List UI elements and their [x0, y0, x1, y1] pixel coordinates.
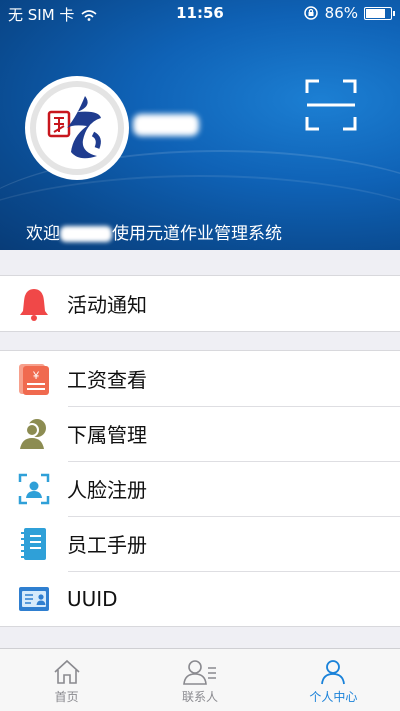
rotation-lock-icon: [303, 6, 318, 20]
profile-header: 无 SIM 卡 11:56 86% 欢迎 使用元道作业管理系统: [0, 0, 400, 250]
menu-item-label: 下属管理: [67, 423, 147, 447]
tab-contacts[interactable]: 联系人: [133, 649, 266, 711]
handbook-icon: [17, 527, 51, 561]
menu-item-activity-notice[interactable]: 活动通知: [0, 276, 400, 331]
tab-label: 联系人: [181, 690, 218, 704]
salary-icon: ¥: [17, 362, 51, 396]
avatar[interactable]: [25, 76, 129, 180]
menu-item-face-register[interactable]: 人脸注册: [0, 461, 400, 516]
scan-icon[interactable]: [305, 79, 357, 131]
battery-icon: [364, 6, 395, 20]
user-name-redacted: [133, 114, 199, 136]
menu-item-handbook[interactable]: 员工手册: [0, 516, 400, 571]
subordinate-icon: [17, 417, 51, 451]
menu-item-subordinates[interactable]: 下属管理: [0, 406, 400, 461]
person-icon: [321, 660, 346, 685]
menu-item-label: 活动通知: [67, 293, 147, 317]
battery-percent: 86%: [324, 4, 358, 22]
company-logo: [30, 81, 124, 175]
tab-bar: 首页 联系人 个人中心: [0, 648, 400, 711]
bell-icon: [17, 287, 51, 321]
menu-item-label: UUID: [67, 586, 118, 611]
contacts-icon: [183, 660, 216, 685]
welcome-message: 欢迎 使用元道作业管理系统: [26, 219, 282, 244]
face-id-icon: [17, 472, 51, 506]
menu-item-salary[interactable]: ¥ 工资查看: [0, 351, 400, 406]
features-group: ¥ 工资查看 下属管理 人脸注册 员工手册 UUID: [0, 350, 400, 627]
tab-personal-center[interactable]: 个人中心: [267, 649, 400, 711]
id-card-icon: [17, 582, 51, 616]
user-name-redacted: [60, 226, 112, 242]
status-bar: 无 SIM 卡 11:56 86%: [0, 0, 400, 26]
menu-item-label: 工资查看: [67, 368, 147, 392]
tab-home[interactable]: 首页: [0, 649, 133, 711]
menu-item-label: 员工手册: [67, 533, 147, 557]
home-icon: [54, 659, 80, 684]
welcome-suffix: 使用元道作业管理系统: [112, 224, 282, 244]
welcome-prefix: 欢迎: [26, 224, 60, 244]
menu-item-uuid[interactable]: UUID: [0, 571, 400, 626]
menu-item-label: 人脸注册: [67, 478, 147, 502]
notification-group: 活动通知: [0, 275, 400, 332]
tab-label: 首页: [54, 690, 79, 704]
tab-label: 个人中心: [309, 690, 358, 704]
svg-text:¥: ¥: [32, 370, 40, 382]
